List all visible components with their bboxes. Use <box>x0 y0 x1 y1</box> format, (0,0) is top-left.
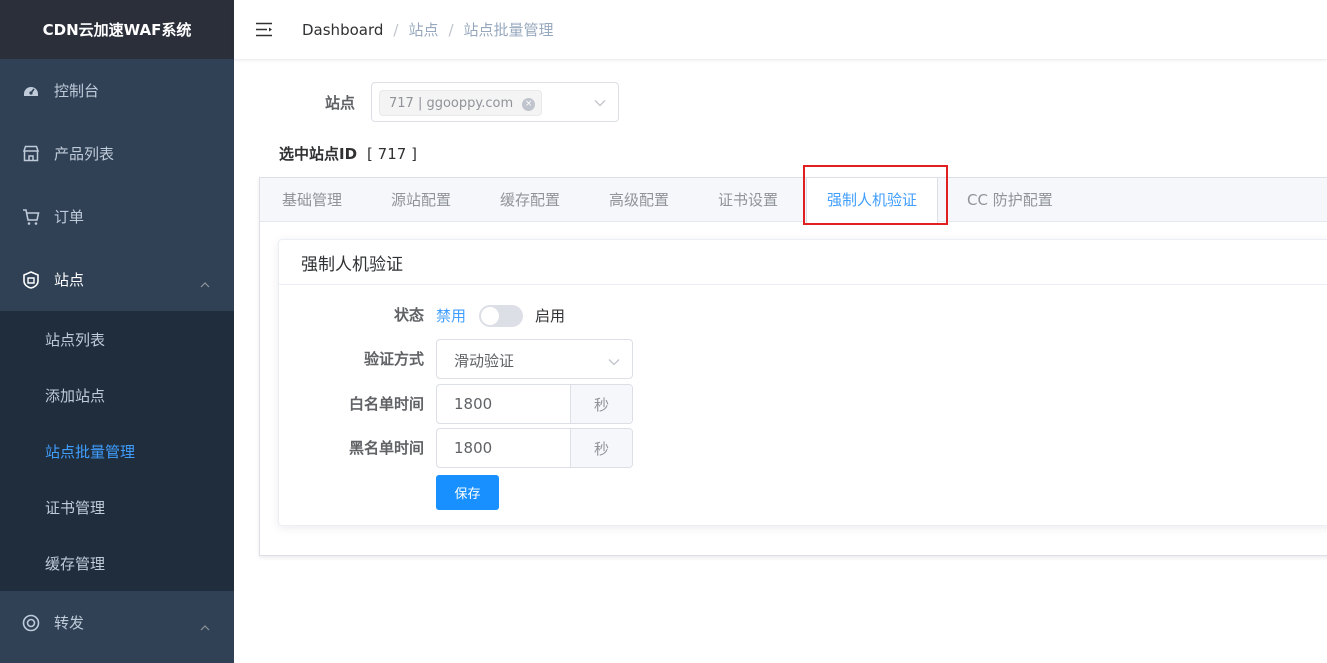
whitelist-label: 白名单时间 <box>348 395 424 413</box>
chevron-up-icon <box>200 617 210 635</box>
blacklist-input[interactable]: 1800 秒 <box>436 428 633 468</box>
breadcrumb-separator: / <box>393 20 399 39</box>
breadcrumb-separator: / <box>448 20 454 39</box>
blacklist-unit: 秒 <box>570 429 632 467</box>
sidebar-item-site-batch[interactable]: 站点批量管理 <box>0 423 234 479</box>
selected-site-id-label: 选中站点ID <box>279 145 358 163</box>
breadcrumb: Dashboard / 站点 / 站点批量管理 <box>302 19 554 40</box>
site-icon <box>22 270 40 289</box>
panel-title: 强制人机验证 <box>279 240 1327 285</box>
whitelist-unit: 秒 <box>570 385 632 423</box>
site-select[interactable]: 717 | ggooppy.com × <box>371 82 619 122</box>
sidebar: CDN云加速WAF系统 控制台 产品列表 订单 站点 站点列表 添加站点 站点批… <box>0 0 234 663</box>
selected-site-tag-text: 717 | ggooppy.com <box>389 95 514 111</box>
tab-certificate[interactable]: 证书设置 <box>718 178 778 222</box>
sidebar-item-orders[interactable]: 订单 <box>0 185 234 248</box>
sidebar-item-sites[interactable]: 站点 <box>0 248 234 311</box>
tab-advanced[interactable]: 高级配置 <box>609 178 669 222</box>
top-navbar: Dashboard / 站点 / 站点批量管理 <box>234 0 1327 60</box>
site-select-row: 站点 717 | ggooppy.com × <box>325 82 619 122</box>
status-on-text[interactable]: 启用 <box>535 305 565 326</box>
sidebar-item-certificates[interactable]: 证书管理 <box>0 479 234 535</box>
cart-icon <box>22 208 40 226</box>
sidebar-item-forward[interactable]: 转发 <box>0 591 234 654</box>
breadcrumb-item[interactable]: Dashboard <box>302 21 383 39</box>
selected-site-id: 选中站点ID [ 717 ] <box>279 143 417 164</box>
sites-submenu: 站点列表 添加站点 站点批量管理 证书管理 缓存管理 <box>0 311 234 591</box>
sidebar-item-dashboard[interactable]: 控制台 <box>0 59 234 122</box>
sidebar-item-products[interactable]: 产品列表 <box>0 122 234 185</box>
close-icon[interactable]: × <box>522 98 536 111</box>
whitelist-input-value: 1800 <box>454 395 493 413</box>
breadcrumb-item: 站点 <box>408 21 439 39</box>
status-label: 状态 <box>393 306 424 324</box>
sidebar-item-add-site[interactable]: 添加站点 <box>0 367 234 423</box>
method-label: 验证方式 <box>363 350 424 368</box>
blacklist-label: 黑名单时间 <box>348 439 424 457</box>
config-tabs: 基础管理 源站配置 缓存配置 高级配置 证书设置 强制人机验证 CC 防护配置 … <box>259 177 1327 556</box>
chevron-down-icon <box>594 95 606 111</box>
tab-basic[interactable]: 基础管理 <box>282 178 342 222</box>
forward-icon <box>22 614 40 632</box>
selected-site-id-value: [ 717 ] <box>367 145 417 163</box>
dashboard-icon <box>22 82 40 100</box>
sidebar-item-label: 转发 <box>54 614 85 632</box>
tab-cc-protection[interactable]: CC 防护配置 <box>967 178 1053 222</box>
sidebar-item-label: 产品列表 <box>54 145 115 163</box>
sidebar-item-label: 控制台 <box>54 82 100 100</box>
whitelist-input[interactable]: 1800 秒 <box>436 384 633 424</box>
method-select-value: 滑动验证 <box>454 352 515 370</box>
sidebar-item-cache[interactable]: 缓存管理 <box>0 535 234 591</box>
sidebar-item-site-list[interactable]: 站点列表 <box>0 311 234 367</box>
blacklist-input-value: 1800 <box>454 439 493 457</box>
hamburger-icon[interactable] <box>255 20 275 40</box>
tab-cache[interactable]: 缓存配置 <box>500 178 560 222</box>
breadcrumb-item: 站点批量管理 <box>463 21 554 39</box>
tab-origin[interactable]: 源站配置 <box>391 178 451 222</box>
selected-site-tag: 717 | ggooppy.com × <box>379 90 543 116</box>
status-off-text[interactable]: 禁用 <box>436 305 466 326</box>
save-button[interactable]: 保存 <box>436 475 499 510</box>
captcha-panel: 强制人机验证 状态 禁用 启用 验证方式 滑动验证 白名单时间 1800 秒 黑… <box>278 239 1327 526</box>
store-icon <box>22 145 40 163</box>
toggle-knob <box>481 307 499 325</box>
status-toggle[interactable] <box>479 305 523 327</box>
chevron-down-icon <box>608 354 620 370</box>
sidebar-item-label: 订单 <box>54 208 85 226</box>
chevron-up-icon <box>200 274 210 292</box>
site-select-label: 站点 <box>325 94 356 112</box>
sidebar-item-label: 站点 <box>54 271 85 289</box>
tabs-header: 基础管理 源站配置 缓存配置 高级配置 证书设置 强制人机验证 CC 防护配置 <box>260 178 1327 223</box>
app-title: CDN云加速WAF系统 <box>0 0 234 59</box>
tab-captcha[interactable]: 强制人机验证 <box>806 178 939 223</box>
method-select[interactable]: 滑动验证 <box>436 339 633 379</box>
